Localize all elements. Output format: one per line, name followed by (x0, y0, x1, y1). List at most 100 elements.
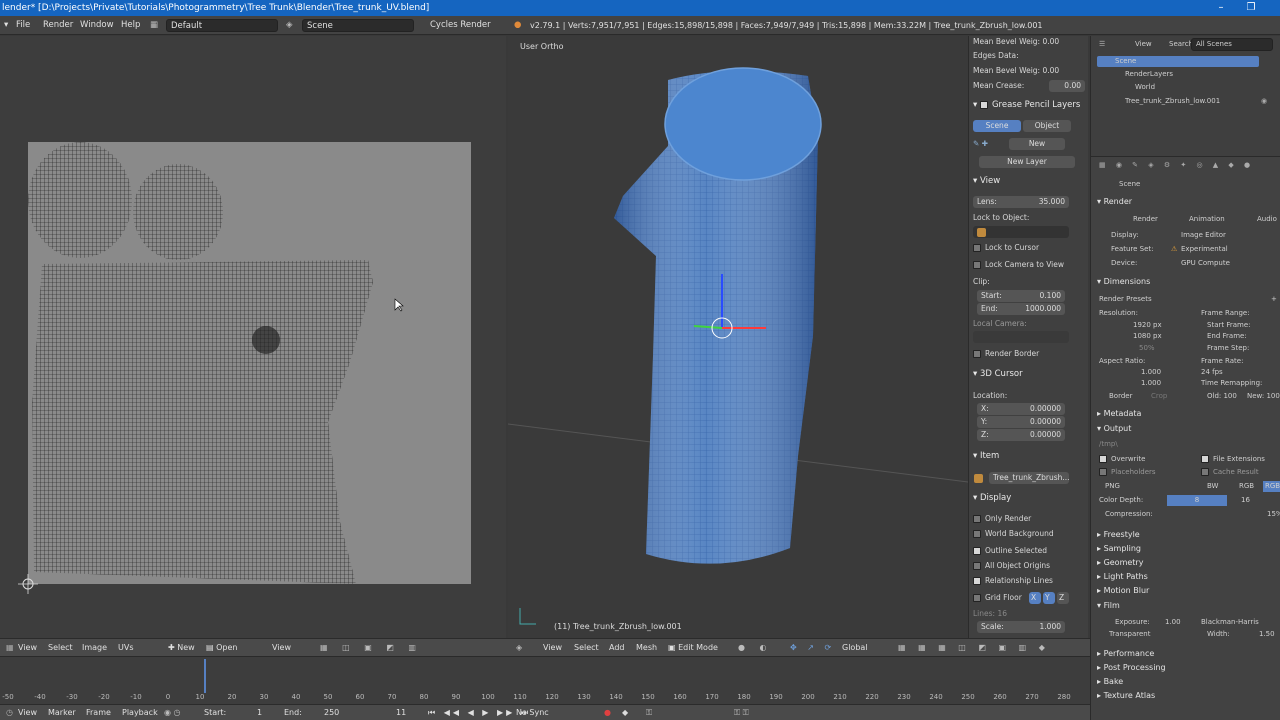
current-frame-indicator[interactable] (204, 659, 206, 693)
cursor-z-field[interactable]: Z: 0.00000 (977, 429, 1065, 441)
resolution-percent-field[interactable]: 50% (1139, 343, 1155, 354)
gp-new-button[interactable]: New (1009, 138, 1065, 150)
lines-field[interactable]: Lines: 16 (973, 608, 1084, 620)
motion-blur-header[interactable]: ▸ Motion Blur (1097, 584, 1149, 597)
outliner-filter-select[interactable]: All Scenes (1191, 38, 1273, 51)
render-engine-select[interactable]: Cycles Render (430, 19, 491, 32)
output-header[interactable]: ▾ Output (1097, 422, 1131, 435)
gp-scene-button[interactable]: Scene (973, 120, 1021, 132)
all-object-origins-toggle[interactable]: All Object Origins (973, 560, 1084, 572)
uv-editor-type-icon[interactable]: ▦ (6, 643, 14, 652)
rgb-toggle[interactable]: RGB (1239, 481, 1254, 492)
outliner[interactable]: ☰ View Search All Scenes Scene RenderLay… (1090, 36, 1280, 156)
timeline-frame-menu[interactable]: Frame (86, 708, 111, 717)
keying-set-icons[interactable]: ⚿ ⚿ (734, 708, 749, 718)
all-origins-checkbox[interactable] (973, 562, 981, 570)
exposure-field[interactable]: 1.00 (1165, 617, 1181, 628)
lock-object-field[interactable] (973, 226, 1069, 238)
gp-object-button[interactable]: Object (1023, 120, 1071, 132)
aspect-x-field[interactable]: 1.000 (1141, 367, 1161, 378)
cursor-y-field[interactable]: Y: 0.00000 (977, 416, 1065, 428)
cache-result-checkbox[interactable] (1201, 468, 1209, 476)
file-extensions-toggle[interactable]: File Extensions (1201, 454, 1265, 465)
performance-header[interactable]: ▸ Performance (1097, 647, 1154, 660)
uv-editor[interactable] (0, 36, 506, 638)
resolution-x-field[interactable]: 1920 px (1133, 320, 1162, 331)
world-background-checkbox[interactable] (973, 530, 981, 538)
display-header[interactable]: ▾ Display (973, 491, 1084, 505)
mode-select[interactable]: ▣ Edit Mode (668, 643, 718, 652)
start-frame-value[interactable]: 1 (257, 708, 262, 717)
add-preset-icon[interactable]: + (1271, 294, 1277, 305)
depth-8-toggle[interactable]: 8 (1167, 495, 1227, 506)
outliner-item-scene[interactable]: Scene (1097, 56, 1259, 67)
dimensions-header[interactable]: ▾ Dimensions (1097, 275, 1150, 288)
local-camera-field[interactable] (973, 331, 1069, 343)
timeline-editor-type-icon[interactable]: ◷ (6, 708, 13, 717)
keying-set-icon[interactable]: ⚿ (646, 708, 652, 718)
timeline-view-menu[interactable]: View (18, 708, 37, 717)
grid-y-toggle[interactable]: Y (1043, 592, 1055, 604)
tree-trunk-mesh[interactable] (508, 36, 968, 638)
grease-pencil-header[interactable]: ▾ Grease Pencil Layers (973, 98, 1084, 112)
placeholders-checkbox[interactable] (1099, 468, 1107, 476)
render-border-checkbox[interactable] (973, 350, 981, 358)
scale-field[interactable]: Scale: 1.000 (977, 621, 1065, 633)
render-presets-select[interactable]: Render Presets (1099, 294, 1152, 305)
time-remap-new-field[interactable]: New: 100 (1247, 391, 1280, 402)
view3d-editor-type-icon[interactable]: ◈ (516, 643, 522, 652)
grease-pencil-checkbox[interactable] (979, 100, 988, 109)
render-panel-header[interactable]: ▾ Render (1097, 195, 1132, 208)
menu-render[interactable]: Render (43, 19, 73, 32)
geometry-header[interactable]: ▸ Geometry (1097, 556, 1143, 569)
bw-toggle[interactable]: BW (1207, 481, 1218, 492)
filter-width-field[interactable]: 1.50 (1259, 629, 1275, 640)
uv-image-canvas[interactable] (18, 142, 471, 594)
preview-range-icon[interactable]: ◉ ◷ (164, 708, 181, 717)
lock-camera-toggle[interactable]: Lock Camera to View (973, 259, 1084, 271)
animation-button[interactable]: Animation (1189, 214, 1225, 225)
only-render-checkbox[interactable] (973, 515, 981, 523)
cache-result-toggle[interactable]: Cache Result (1201, 467, 1259, 478)
end-frame-field[interactable]: End Frame: (1207, 331, 1247, 342)
uv-open-image-button[interactable]: ▤ Open (206, 643, 237, 652)
view-panel-header[interactable]: ▾ View (973, 174, 1084, 188)
visibility-eye-icon[interactable]: ◉ (1261, 96, 1267, 107)
sync-mode-select[interactable]: No Sync (516, 708, 549, 717)
view3d-view-menu[interactable]: View (543, 643, 562, 652)
item-name-field[interactable]: Tree_trunk_Zbrush... (989, 472, 1070, 484)
outliner-item-world[interactable]: World (1135, 82, 1155, 93)
end-frame-value[interactable]: 250 (324, 708, 339, 717)
clip-end-field[interactable]: End: 1000.000 (977, 303, 1065, 315)
uv-select-menu[interactable]: Select (48, 643, 73, 652)
rgba-toggle[interactable]: RGBA (1263, 481, 1280, 492)
keyframe-icon[interactable]: ◆ (622, 708, 628, 717)
mean-crease-field[interactable]: 0.00 (1049, 80, 1085, 92)
uv-new-image-button[interactable]: ✚ New (168, 643, 195, 652)
resolution-y-field[interactable]: 1080 px (1133, 331, 1162, 342)
file-format-select[interactable]: PNG (1105, 481, 1120, 492)
device-select[interactable]: GPU Compute (1181, 258, 1230, 269)
3d-cursor-header[interactable]: ▾ 3D Cursor (973, 367, 1084, 381)
transparent-toggle[interactable]: Transparent (1109, 629, 1150, 640)
scene-icon[interactable]: ◈ (286, 19, 293, 32)
texture-atlas-header[interactable]: ▸ Texture Atlas (1097, 689, 1155, 702)
lock-camera-checkbox[interactable] (973, 261, 981, 269)
menu-file[interactable]: File (16, 19, 30, 32)
grid-floor-checkbox[interactable] (973, 594, 981, 602)
menu-help[interactable]: Help (121, 19, 140, 32)
outliner-item-renderlayers[interactable]: RenderLayers (1125, 69, 1173, 80)
timeline-marker-menu[interactable]: Marker (48, 708, 76, 717)
menu-window[interactable]: Window (80, 19, 114, 32)
outliner-editor-icon[interactable]: ☰ (1099, 39, 1105, 50)
uv-view-mode-select[interactable]: View (272, 643, 291, 652)
time-remap-old-field[interactable]: Old: 100 (1207, 391, 1237, 402)
uv-uvs-menu[interactable]: UVs (118, 643, 134, 652)
lens-field[interactable]: Lens: 35.000 (973, 196, 1069, 208)
cursor-x-field[interactable]: X: 0.00000 (977, 403, 1065, 415)
properties-tabs[interactable]: ▦ ◉ ✎ ◈ ⚙ ✦ ◎ ▲ ◆ ● (1099, 160, 1254, 171)
timeline-playback-menu[interactable]: Playback (122, 708, 158, 717)
uv-image-menu[interactable]: Image (82, 643, 107, 652)
current-frame-field[interactable]: 11 (396, 708, 406, 717)
only-render-toggle[interactable]: Only Render (973, 513, 1084, 525)
